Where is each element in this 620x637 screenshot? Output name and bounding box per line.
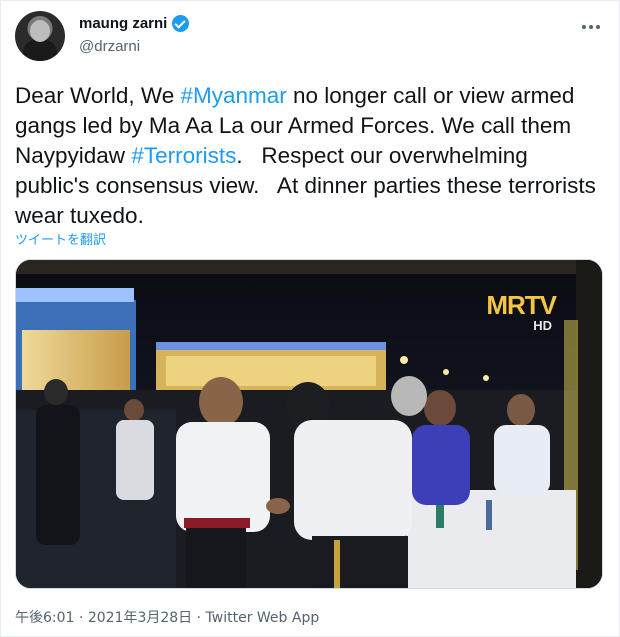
avatar[interactable] [15, 11, 65, 61]
translate-tweet-link[interactable]: ツイートを翻訳 [15, 229, 106, 248]
verified-badge-icon [172, 15, 190, 32]
mrtv-logo-rtv: RTV [507, 290, 557, 320]
tweet-source-app[interactable]: Twitter Web App [206, 610, 320, 626]
tweet-header: maung zarni @drzarni [15, 11, 607, 67]
mrtv-logo-m: M [486, 290, 508, 320]
display-name[interactable]: maung zarni [79, 15, 167, 32]
mrtv-hd-label: HD [533, 318, 552, 333]
hashtag-myanmar[interactable]: #Myanmar [180, 83, 286, 108]
meta-separator: · [74, 610, 88, 626]
tweet-media-photo[interactable]: MRTV HD [15, 259, 603, 589]
tweet-time[interactable]: 午後6:01 [15, 610, 74, 626]
tweet-card: maung zarni @drzarni Dear World, We #Mya… [0, 0, 620, 637]
meta-separator: · [192, 610, 206, 626]
more-options-icon[interactable] [579, 17, 603, 37]
mrtv-logo: MRTV [486, 290, 557, 321]
tweet-text-segment: Dear World, We [15, 83, 181, 108]
tweet-text: Dear World, We #Myanmar no longer call o… [15, 81, 605, 231]
avatar-face [30, 20, 50, 42]
hashtag-terrorists[interactable]: #Terrorists [131, 143, 236, 168]
avatar-body [23, 39, 57, 61]
name-row: maung zarni [79, 15, 190, 32]
user-handle[interactable]: @drzarni [79, 38, 140, 55]
tweet-meta: 午後6:01 · 2021年3月28日 · Twitter Web App [15, 607, 319, 627]
tweet-date[interactable]: 2021年3月28日 [88, 610, 192, 626]
